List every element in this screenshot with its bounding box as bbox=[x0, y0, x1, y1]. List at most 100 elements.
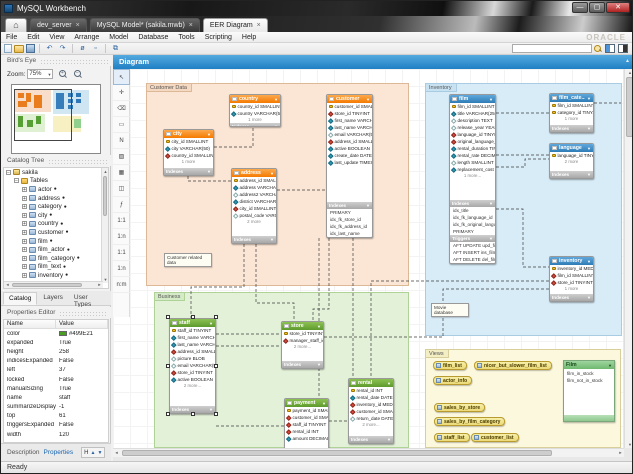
tree-folder-tables[interactable]: −Tables bbox=[4, 177, 108, 186]
indexes-bar[interactable]: Indexes▼ bbox=[550, 125, 593, 132]
undo-icon[interactable]: ↶ bbox=[44, 44, 55, 53]
indexes-bar[interactable]: Indexes▼ bbox=[232, 236, 276, 243]
menu-arrange[interactable]: Arrange bbox=[69, 34, 104, 41]
close-icon[interactable]: × bbox=[189, 19, 193, 32]
property-row-summarizeDisplay[interactable]: summarizeDisplay-1 bbox=[4, 403, 108, 412]
table-payment[interactable]: payment▼payment_id SMAL..customer_id SMA… bbox=[284, 398, 329, 448]
indexes-bar[interactable]: Indexes▼ bbox=[550, 294, 593, 301]
rel-11-tool[interactable]: 1:1 bbox=[113, 213, 130, 229]
scroll-down-icon[interactable]: ▼ bbox=[625, 441, 633, 448]
minimize-button[interactable]: — bbox=[572, 2, 588, 13]
table-rental[interactable]: rental▼rental_id INTrental_date DATE..in… bbox=[348, 378, 394, 444]
indexes-bar[interactable]: Indexes▼ bbox=[282, 361, 323, 368]
note-customer-related-data[interactable]: Customer related data bbox=[164, 253, 212, 267]
table-film[interactable]: film▼film_id SMALLINTtitle VARCHAR(255)d… bbox=[449, 94, 496, 264]
indexes-bar[interactable]: Indexes▼ bbox=[164, 168, 213, 175]
tree-hscrollbar[interactable]: ◄► bbox=[4, 281, 103, 288]
table-inventory[interactable]: inventory▼inventory_id MEDI..film_id SMA… bbox=[549, 256, 594, 302]
sidebar-tab-catalog[interactable]: Catalog bbox=[3, 292, 37, 305]
indexes-bar[interactable]: Indexes▼ bbox=[327, 202, 372, 209]
new-layer-icon[interactable]: ⧉ bbox=[110, 44, 121, 53]
view-staff_list[interactable]: staff_list bbox=[434, 433, 470, 442]
routine-group-film[interactable]: Film▼film_in_stockfilm_not_in_stock bbox=[563, 360, 615, 422]
view-actor_info[interactable]: actor_info bbox=[433, 376, 472, 385]
tab-eer-diagram[interactable]: EER Diagram× bbox=[203, 18, 268, 32]
vertical-scrollbar[interactable]: ▲ ▼ bbox=[624, 69, 633, 448]
view-tool[interactable]: ◫ bbox=[113, 181, 130, 197]
tab-dev-server[interactable]: dev_server× bbox=[30, 18, 87, 32]
scroll-left-icon[interactable]: ◄ bbox=[113, 449, 120, 457]
menu-file[interactable]: File bbox=[1, 34, 22, 41]
maximize-button[interactable]: ▢ bbox=[589, 2, 605, 13]
view-film_list[interactable]: film_list bbox=[433, 361, 467, 370]
rel-1n-tool[interactable]: 1:n bbox=[113, 229, 130, 245]
tree-table-film[interactable]: +film● bbox=[4, 237, 108, 246]
redo-icon[interactable]: ↷ bbox=[57, 44, 68, 53]
indexes-bar[interactable]: Indexes▼ bbox=[550, 171, 593, 178]
panel-collapse-control[interactable]: H ▲ ▼ bbox=[81, 447, 105, 458]
grid-toggle-icon[interactable]: ø bbox=[77, 44, 88, 53]
new-model-icon[interactable] bbox=[4, 44, 12, 53]
indexes-bar[interactable]: Indexes▼ bbox=[450, 200, 495, 207]
triggers-bar[interactable]: Triggers▼ bbox=[450, 235, 495, 242]
note-movie-database[interactable]: Movie database bbox=[431, 303, 469, 317]
tree-vscrollbar[interactable]: ▲▼ bbox=[101, 168, 108, 283]
menu-database[interactable]: Database bbox=[133, 34, 173, 41]
rel-1n-id-tool[interactable]: 1:n bbox=[113, 261, 130, 277]
tree-table-customer[interactable]: +customer● bbox=[4, 228, 108, 237]
selection-handle[interactable] bbox=[214, 364, 218, 368]
tree-table-film_category[interactable]: +film_category● bbox=[4, 254, 108, 263]
zoom-select[interactable]: 75%▼ bbox=[27, 69, 53, 79]
rel-nm-tool[interactable]: n:m bbox=[113, 277, 130, 293]
sidebar-tab-layers[interactable]: Layers bbox=[38, 292, 68, 305]
tab-properties[interactable]: Properties bbox=[44, 449, 74, 456]
property-row-locked[interactable]: lockedFalse bbox=[4, 375, 108, 384]
menu-view[interactable]: View bbox=[44, 34, 69, 41]
scroll-up-icon[interactable]: ▲ bbox=[625, 69, 633, 76]
selection-handle[interactable] bbox=[166, 315, 170, 319]
view-customer_list[interactable]: customer_list bbox=[471, 433, 519, 442]
arrow-up-icon[interactable]: ▲ bbox=[90, 450, 95, 456]
table-address[interactable]: address▼address_id SMALLINTaddress VARCH… bbox=[231, 168, 277, 244]
close-icon[interactable]: × bbox=[257, 19, 261, 32]
tree-table-address[interactable]: +address● bbox=[4, 194, 108, 203]
table-city[interactable]: city▼city_id SMALLINTcity VARCHAR(50)cou… bbox=[163, 129, 214, 176]
rel-11-id-tool[interactable]: 1:1 bbox=[113, 245, 130, 261]
tree-table-category[interactable]: +category● bbox=[4, 202, 108, 211]
table-film_cate[interactable]: film_cate...▼film_id SMALLINTcategory_id… bbox=[549, 93, 594, 133]
tree-table-actor[interactable]: +actor● bbox=[4, 185, 108, 194]
selection-handle[interactable] bbox=[166, 364, 170, 368]
horizontal-scrollbar[interactable]: ◄ ► bbox=[113, 448, 624, 457]
birds-eye-map[interactable] bbox=[11, 84, 101, 154]
tab-description[interactable]: Description bbox=[7, 449, 40, 456]
selection-handle[interactable] bbox=[191, 315, 195, 319]
scroll-right-icon[interactable]: ► bbox=[617, 449, 624, 457]
select-tool[interactable]: ↖ bbox=[113, 69, 130, 85]
menu-model[interactable]: Model bbox=[104, 34, 133, 41]
home-tab[interactable]: ⌂ bbox=[5, 18, 27, 32]
menu-scripting[interactable]: Scripting bbox=[200, 34, 237, 41]
sidebar-tab-user-types[interactable]: User Types bbox=[69, 292, 111, 305]
collapse-icon[interactable]: ▲ bbox=[625, 58, 630, 64]
menu-edit[interactable]: Edit bbox=[22, 34, 44, 41]
table-country[interactable]: country▼country_id SMALLINTcountry VARCH… bbox=[229, 94, 281, 127]
property-row-color[interactable]: color#499E21 bbox=[4, 329, 108, 338]
zoom-out-icon[interactable]: − bbox=[73, 69, 83, 79]
routine-group-tool[interactable]: ƒ bbox=[113, 197, 130, 213]
tree-table-country[interactable]: +country● bbox=[4, 220, 108, 229]
view-sales_by_film_category[interactable]: sales_by_film_category bbox=[434, 417, 505, 426]
tree-table-film_actor[interactable]: +film_actor● bbox=[4, 245, 108, 254]
close-button[interactable]: ✕ bbox=[606, 2, 630, 13]
indexes-bar[interactable]: Indexes▼ bbox=[349, 436, 393, 443]
birds-eye-viewport[interactable] bbox=[14, 89, 72, 141]
zoom-in-icon[interactable]: + bbox=[58, 69, 68, 79]
selection-handle[interactable] bbox=[214, 412, 218, 416]
table-staff[interactable]: staff▼staff_id TINYINTfirst_name VARCH..… bbox=[169, 318, 216, 414]
tree-schema-sakila[interactable]: −sakila bbox=[4, 168, 108, 177]
menu-help[interactable]: Help bbox=[237, 34, 261, 41]
eer-canvas[interactable]: Customer DataInventoryBusinessViews bbox=[113, 69, 623, 448]
menu-tools[interactable]: Tools bbox=[173, 34, 199, 41]
toggle-left-panel-icon[interactable] bbox=[605, 44, 615, 53]
close-icon[interactable]: × bbox=[76, 19, 80, 32]
tab-mysql-model[interactable]: MySQL Model* (sakila.mwb)× bbox=[90, 18, 200, 32]
